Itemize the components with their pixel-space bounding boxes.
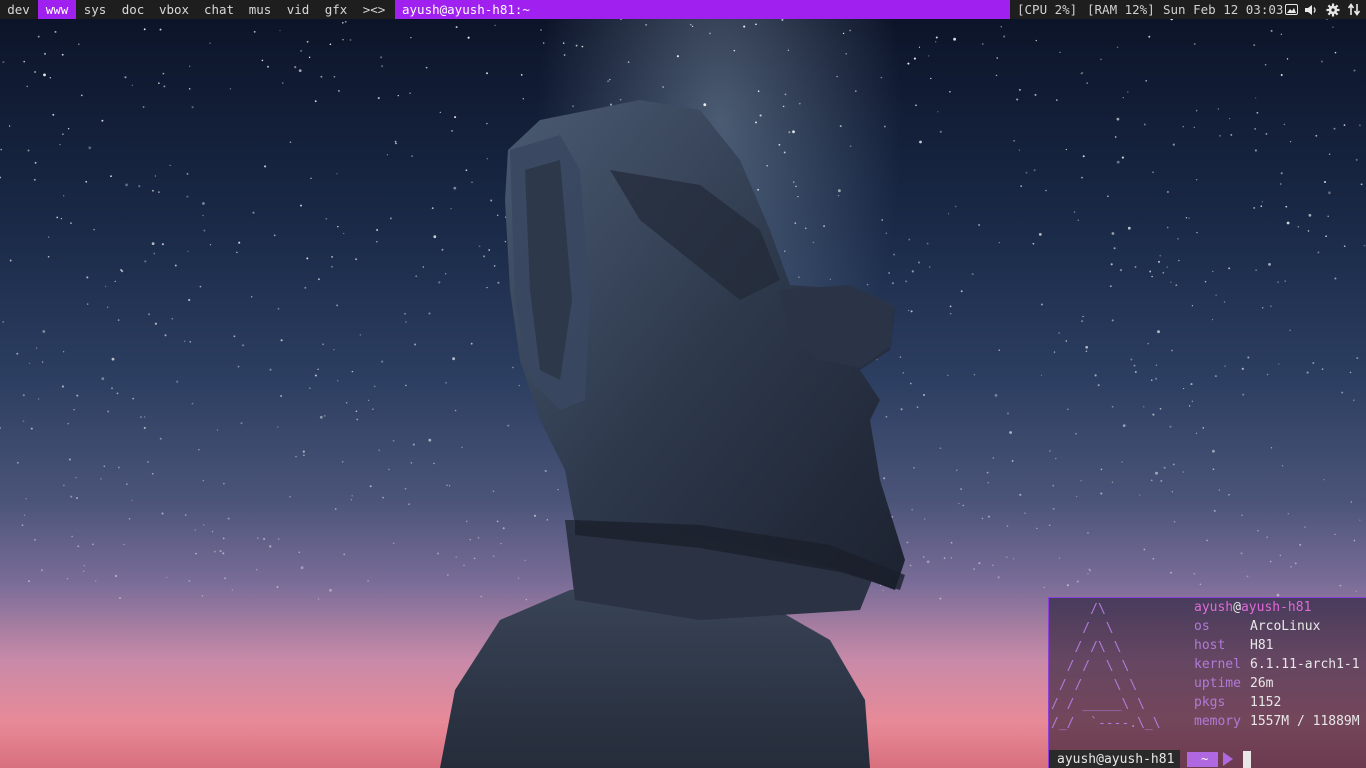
user-host-line: ayush@ayush-h81: [1194, 598, 1360, 617]
info-key: os: [1194, 619, 1210, 634]
info-row-pkgs: pkgs 1152: [1194, 693, 1360, 712]
hostname: ayush-h81: [1240, 600, 1312, 615]
info-value: 1152: [1250, 695, 1282, 710]
volume-icon[interactable]: [1302, 0, 1320, 19]
info-value: ArcoLinux: [1250, 619, 1321, 634]
info-key: kernel: [1194, 657, 1241, 672]
info-row-os: os ArcoLinux: [1194, 617, 1360, 636]
gear-icon[interactable]: [1324, 0, 1342, 19]
info-row-uptime: uptime 26m: [1194, 674, 1360, 693]
info-value: 26m: [1250, 676, 1274, 691]
at-sign: @: [1233, 600, 1241, 615]
info-key: host: [1194, 638, 1226, 653]
info-row-host: host H81: [1194, 636, 1360, 655]
arcolinux-ascii-logo: /\ / \ / /\ \ / / \ \ / / \ \ / / _____\…: [1051, 602, 1161, 731]
workspace-www[interactable]: www: [38, 0, 76, 19]
workspace-chat[interactable]: chat: [198, 0, 240, 19]
top-panel: dev www sys doc vbox chat mus vid gfx ><…: [0, 0, 1366, 19]
info-key: uptime: [1194, 676, 1241, 691]
workspace-gfx[interactable]: gfx: [318, 0, 354, 19]
layout-indicator[interactable]: ><>: [356, 0, 392, 19]
text-cursor: [1243, 751, 1251, 768]
cpu-widget: [CPU 2%]: [1017, 2, 1078, 17]
clock: Sun Feb 12 03:03: [1163, 2, 1284, 17]
network-arrows-icon[interactable]: [1346, 0, 1362, 19]
workspace-mus[interactable]: mus: [242, 0, 278, 19]
info-value: 1557M / 11889M: [1250, 714, 1360, 729]
info-value: 6.1.11-arch1-1: [1250, 657, 1360, 672]
prompt-user-host: ayush@ayush-h81: [1049, 750, 1181, 768]
username: ayush: [1194, 600, 1234, 615]
workspace-sys[interactable]: sys: [76, 0, 114, 19]
system-info: ayush@ayush-h81 os ArcoLinux host H81 kern…: [1194, 598, 1360, 731]
shell-prompt[interactable]: ayush@ayush-h81 ~: [1049, 750, 1366, 768]
window-title: ayush@ayush-h81:~: [395, 0, 1010, 19]
info-key: memory: [1194, 714, 1241, 729]
terminal-window[interactable]: /\ / \ / /\ \ / / \ \ / / \ \ / / _____\…: [1048, 597, 1366, 768]
prompt-arrow: [1223, 752, 1233, 766]
info-row-memory: memory 1557M / 11889M: [1194, 712, 1360, 731]
ram-widget: [RAM 12%]: [1087, 2, 1155, 17]
info-row-kernel: kernel 6.1.11-arch1-1: [1194, 655, 1360, 674]
info-key: pkgs: [1194, 695, 1226, 710]
info-value: H81: [1250, 638, 1274, 653]
prompt-directory: ~: [1187, 752, 1219, 767]
workspace-vid[interactable]: vid: [280, 0, 316, 19]
workspace-doc[interactable]: doc: [114, 0, 152, 19]
image-icon[interactable]: [1282, 0, 1300, 19]
workspace-dev[interactable]: dev: [0, 0, 37, 19]
workspace-vbox[interactable]: vbox: [152, 0, 196, 19]
